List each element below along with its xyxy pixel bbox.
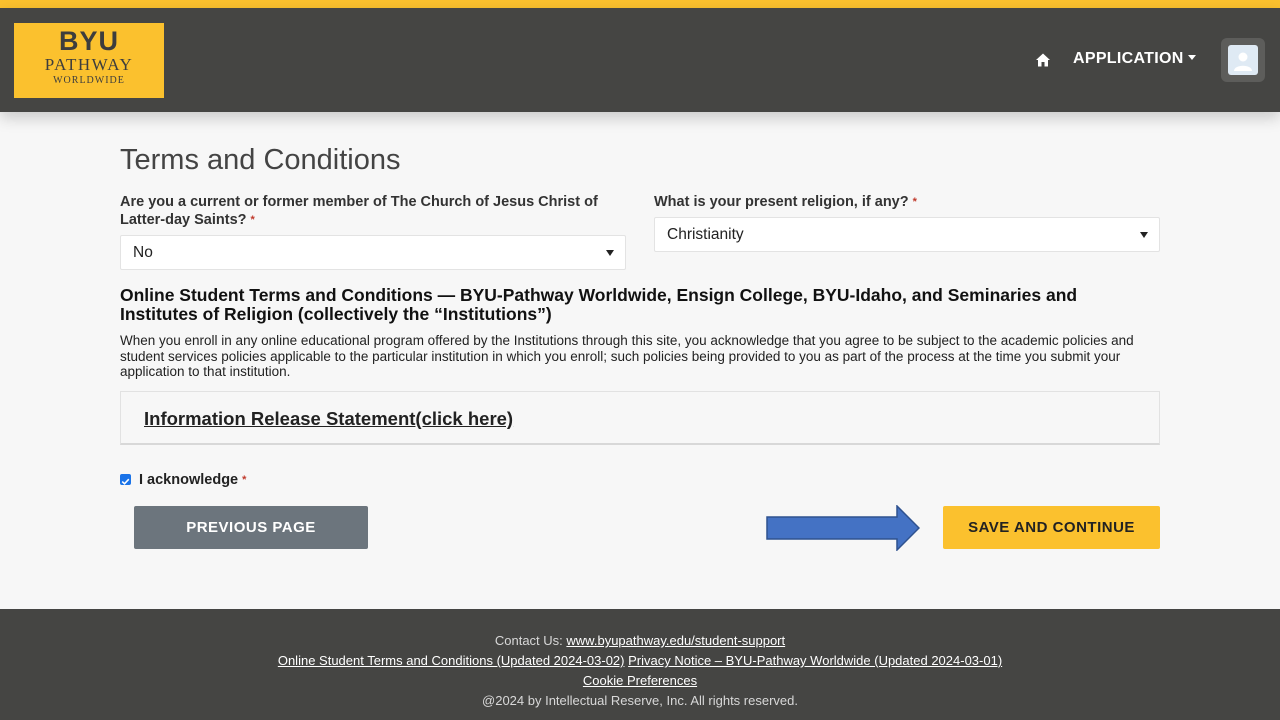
dropdown-arrow-icon [606,250,614,256]
home-icon[interactable] [1035,52,1051,68]
terms-body: When you enroll in any online educationa… [120,333,1134,380]
acknowledge-checkbox[interactable] [120,474,131,485]
user-avatar-icon [1228,45,1258,75]
required-marker: * [250,214,255,226]
privacy-notice-link[interactable]: Privacy Notice – BYU-Pathway Worldwide (… [628,653,1002,668]
right-arrow-icon [766,505,920,551]
footer-contact-line: Contact Us: www.byupathway.edu/student-s… [0,633,1280,649]
byu-pathway-logo[interactable]: BYU PATHWAY WORLDWIDE [14,23,164,98]
dropdown-arrow-icon [1140,232,1148,238]
information-release-panel: Information Release Statement(click here… [120,391,1160,445]
religion-select[interactable]: Christianity [654,217,1160,252]
user-menu-button[interactable] [1221,38,1265,82]
member-question-label: Are you a current or former member of Th… [120,193,610,229]
application-menu-label: APPLICATION [1073,50,1184,67]
checkmark-icon [121,478,130,485]
online-terms-link[interactable]: Online Student Terms and Conditions (Upd… [278,653,625,668]
caret-down-icon [1187,55,1196,61]
religion-question-label: What is your present religion, if any? * [654,193,1154,211]
religion-question-text: What is your present religion, if any? [654,194,909,210]
footer-contact-prefix: Contact Us: [494,633,563,648]
previous-page-button[interactable]: PREVIOUS PAGE [134,506,368,549]
acknowledge-text: I acknowledge [139,472,239,488]
terms-heading: Online Student Terms and Conditions — BY… [120,285,1078,324]
acknowledge-label[interactable]: I acknowledge * [139,471,246,489]
logo-line-1: BYU [58,26,119,56]
member-select-value: No [133,244,153,261]
required-marker: * [912,196,917,208]
logo-line-3: WORLDWIDE [53,75,125,86]
site-footer: Contact Us: www.byupathway.edu/student-s… [0,609,1280,720]
logo-line-2: PATHWAY [44,55,134,74]
top-accent-stripe [0,0,1280,8]
student-support-link[interactable]: www.byupathway.edu/student-support [566,633,785,648]
save-and-continue-button[interactable]: SAVE AND CONTINUE [943,506,1160,549]
member-question-text: Are you a current or former member of Th… [120,194,598,228]
cookie-preferences-link[interactable]: Cookie Preferences [583,673,697,688]
religion-select-value: Christianity [667,226,744,243]
information-release-link[interactable]: Information Release Statement(click here… [144,408,513,430]
application-menu[interactable]: APPLICATION [1073,49,1196,69]
footer-cookie-line: Cookie Preferences [0,673,1280,689]
footer-policy-line: Online Student Terms and Conditions (Upd… [0,653,1280,669]
required-marker: * [242,474,247,486]
footer-copyright: @2024 by Intellectual Reserve, Inc. All … [482,693,798,708]
member-select[interactable]: No [120,235,626,270]
site-header: BYU PATHWAY WORLDWIDE APPLICATION [0,8,1280,112]
page-title: Terms and Conditions [120,144,401,176]
